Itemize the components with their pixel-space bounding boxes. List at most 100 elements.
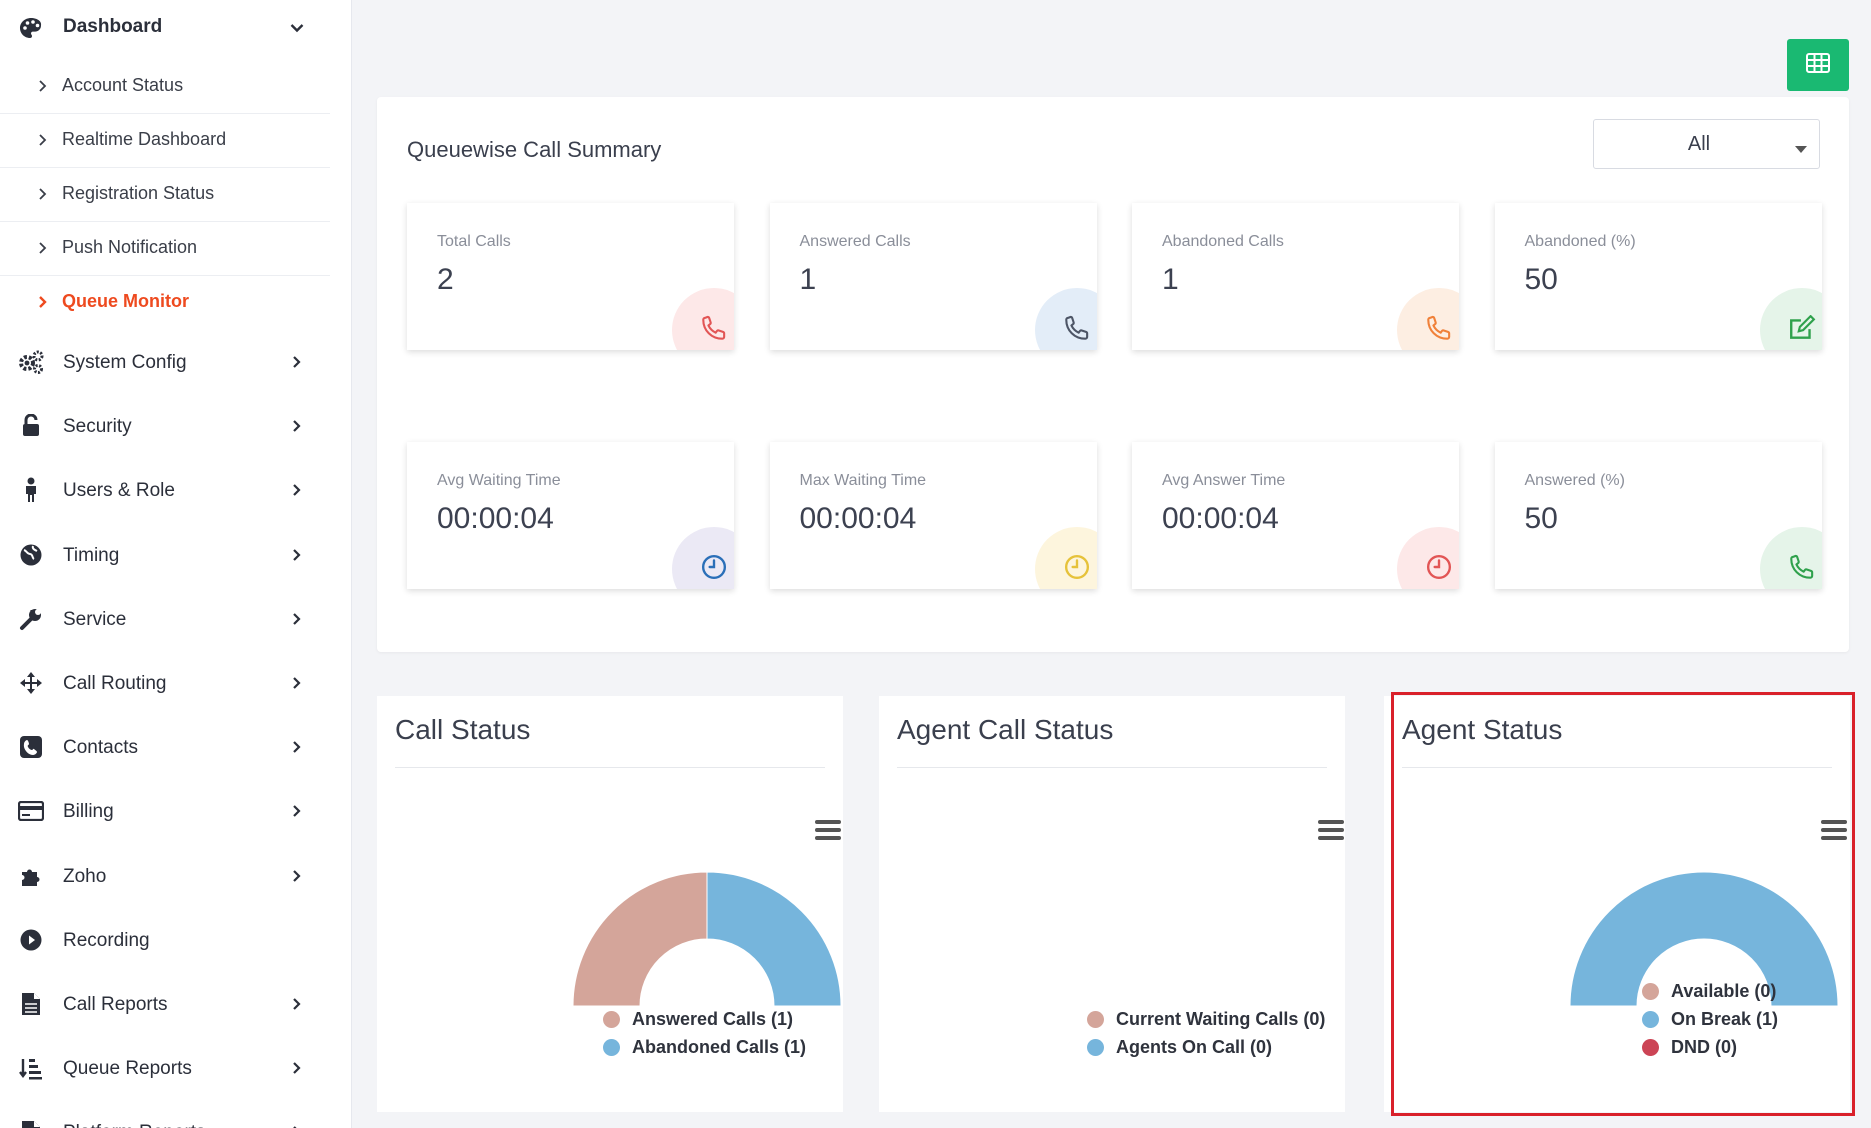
sidebar-item-service[interactable]: Service bbox=[0, 597, 351, 641]
legend-item[interactable]: On Break (1) bbox=[1642, 1009, 1778, 1030]
chevron-right-icon bbox=[289, 547, 305, 563]
sidebar-item-label: Recording bbox=[63, 929, 150, 951]
chevron-right-icon bbox=[289, 1124, 305, 1128]
chevron-right-icon bbox=[289, 418, 305, 434]
stat-card-max-waiting-time: Max Waiting Time 00:00:04 bbox=[769, 442, 1097, 589]
chevron-right-icon bbox=[289, 739, 305, 755]
sidebar-item-platform-reports[interactable]: Platform Reports bbox=[0, 1110, 351, 1128]
puzzle-icon bbox=[18, 863, 44, 889]
legend-item[interactable]: Available (0) bbox=[1642, 981, 1776, 1002]
sidebar-subitem-label: Account Status bbox=[62, 75, 184, 95]
stat-card-answered: Answered (%) 50 bbox=[1494, 442, 1822, 589]
stat-label: Avg Answer Time bbox=[1162, 472, 1286, 489]
sidebar-item-label: Platform Reports bbox=[63, 1122, 206, 1128]
chevron-right-icon bbox=[38, 133, 50, 147]
chart-slice-answered-calls[interactable] bbox=[572, 871, 708, 1007]
sidebar-subitem-account-status[interactable]: Account Status bbox=[0, 60, 330, 114]
sidebar-subitem-queue-monitor[interactable]: Queue Monitor bbox=[0, 276, 330, 330]
legend-item[interactable]: Abandoned Calls (1) bbox=[603, 1037, 806, 1058]
stat-card-avg-answer-time: Avg Answer Time 00:00:04 bbox=[1132, 442, 1459, 589]
chevron-right-icon bbox=[289, 1060, 305, 1076]
queue-filter-select[interactable]: All bbox=[1593, 119, 1820, 169]
sidebar-item-system-config[interactable]: System Config bbox=[0, 340, 351, 384]
legend-label: DND (0) bbox=[1671, 1037, 1737, 1057]
sidebar-item-label: Security bbox=[63, 416, 132, 438]
sidebar-subitem-label: Registration Status bbox=[62, 183, 215, 203]
agent-status-card: Agent Status Available (0) On Break (1) … bbox=[1384, 696, 1850, 1112]
sidebar-item-label: Dashboard bbox=[63, 16, 163, 37]
legend-item[interactable]: Answered Calls (1) bbox=[603, 1009, 793, 1030]
legend-swatch bbox=[1087, 1039, 1104, 1056]
stat-card-avg-waiting-time: Avg Waiting Time 00:00:04 bbox=[407, 442, 734, 589]
list-icon bbox=[18, 1055, 44, 1081]
chevron-right-icon bbox=[289, 868, 305, 884]
export-table-button[interactable] bbox=[1787, 39, 1849, 91]
sidebar-item-queue-reports[interactable]: Queue Reports bbox=[0, 1046, 351, 1090]
legend-label: Answered Calls (1) bbox=[632, 1009, 794, 1029]
file-icon bbox=[18, 991, 44, 1017]
sidebar-item-billing[interactable]: Billing bbox=[0, 789, 351, 833]
phone-square-icon bbox=[18, 734, 44, 760]
table-icon bbox=[1806, 52, 1830, 78]
chart-slice-abandoned-calls[interactable] bbox=[706, 871, 842, 1007]
stat-label: Total Calls bbox=[437, 233, 511, 250]
sidebar-item-label: Queue Reports bbox=[63, 1058, 192, 1080]
stat-value: 1 bbox=[1162, 263, 1179, 296]
summary-title: Queuewise Call Summary bbox=[407, 137, 662, 162]
sidebar-item-dashboard[interactable]: Dashboard bbox=[0, 10, 351, 46]
sidebar-subitem-push-notification[interactable]: Push Notification bbox=[0, 222, 330, 276]
legend-label: On Break (1) bbox=[1671, 1009, 1779, 1029]
sidebar-item-contacts[interactable]: Contacts bbox=[0, 725, 351, 769]
chevron-right-icon bbox=[289, 354, 305, 370]
legend-label: Current Waiting Calls (0) bbox=[1116, 1009, 1326, 1029]
clock-icon bbox=[1423, 551, 1455, 583]
stat-label: Max Waiting Time bbox=[799, 472, 927, 489]
legend-swatch bbox=[1642, 1011, 1659, 1028]
sidebar-item-call-reports[interactable]: Call Reports bbox=[0, 982, 351, 1026]
globe-icon bbox=[18, 542, 44, 568]
credit-card-icon bbox=[18, 798, 44, 824]
stat-label: Abandoned Calls bbox=[1162, 233, 1284, 250]
legend-item[interactable]: DND (0) bbox=[1642, 1037, 1737, 1058]
sidebar-item-users-role[interactable]: Users & Role bbox=[0, 468, 351, 512]
chevron-down-icon bbox=[289, 20, 305, 36]
legend-item[interactable]: Agents On Call (0) bbox=[1087, 1037, 1272, 1058]
stat-card-total-calls: Total Calls 2 bbox=[407, 203, 734, 350]
legend-label: Available (0) bbox=[1671, 981, 1777, 1001]
stat-value: 50 bbox=[1524, 263, 1558, 296]
sidebar-subitem-label: Realtime Dashboard bbox=[62, 129, 227, 149]
phone-icon bbox=[1786, 551, 1818, 583]
chevron-right-icon bbox=[289, 803, 305, 819]
chevron-right-icon bbox=[289, 996, 305, 1012]
arrows-icon bbox=[18, 670, 44, 696]
sidebar-subitem-realtime-dashboard[interactable]: Realtime Dashboard bbox=[0, 114, 330, 168]
sidebar-item-security[interactable]: Security bbox=[0, 404, 351, 448]
stat-value: 00:00:04 bbox=[1162, 502, 1279, 535]
stat-value: 00:00:04 bbox=[799, 502, 917, 535]
sidebar-item-timing[interactable]: Timing bbox=[0, 533, 351, 577]
stat-label: Answered (%) bbox=[1524, 472, 1625, 489]
sidebar-subitem-label: Push Notification bbox=[62, 237, 198, 257]
stat-card-abandoned-calls: Abandoned Calls 1 bbox=[1132, 203, 1459, 350]
sidebar-item-zoho[interactable]: Zoho bbox=[0, 854, 351, 898]
sidebar-subitem-registration-status[interactable]: Registration Status bbox=[0, 168, 330, 222]
sidebar-item-label: System Config bbox=[63, 352, 187, 373]
stat-value: 50 bbox=[1524, 502, 1558, 535]
sidebar-item-recording[interactable]: Recording bbox=[0, 918, 351, 962]
sidebar: Dashboard Account Status Realtime Dashbo… bbox=[0, 0, 352, 1128]
caret-down-icon bbox=[1795, 141, 1807, 159]
sidebar-item-label: Billing bbox=[63, 801, 114, 823]
legend-swatch bbox=[1087, 1011, 1104, 1028]
wrench-icon bbox=[18, 606, 44, 632]
gears-icon bbox=[18, 349, 44, 375]
sidebar-subitem-label: Queue Monitor bbox=[62, 291, 189, 311]
stat-card-abandoned: Abandoned (%) 50 bbox=[1494, 203, 1822, 350]
user-icon bbox=[18, 477, 44, 503]
sidebar-item-label: Timing bbox=[63, 544, 120, 566]
sidebar-item-call-routing[interactable]: Call Routing bbox=[0, 661, 351, 705]
legend-item[interactable]: Current Waiting Calls (0) bbox=[1087, 1009, 1325, 1030]
stat-label: Answered Calls bbox=[799, 233, 911, 250]
chevron-right-icon bbox=[38, 187, 50, 201]
chevron-right-icon bbox=[289, 482, 305, 498]
chevron-right-icon bbox=[38, 79, 50, 93]
